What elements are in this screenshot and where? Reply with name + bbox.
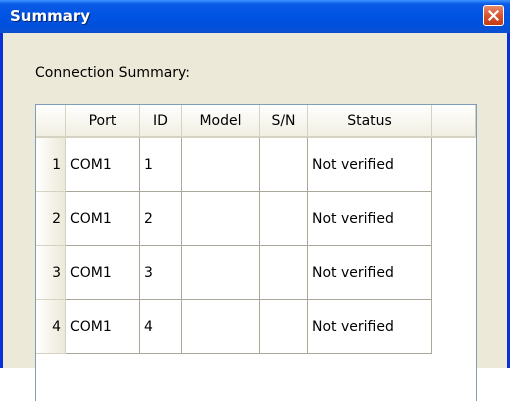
header-filler xyxy=(432,105,476,138)
cell-port[interactable]: COM1 xyxy=(66,138,140,192)
cell-id[interactable]: 2 xyxy=(140,192,182,246)
cell-port[interactable]: COM1 xyxy=(66,192,140,246)
connection-summary-grid[interactable]: Port ID Model S/N Status 1 COM1 1 Not ve… xyxy=(35,104,477,401)
cell-id[interactable]: 1 xyxy=(140,138,182,192)
close-button[interactable] xyxy=(483,5,504,26)
header-corner[interactable] xyxy=(36,105,66,138)
grid-header-row: Port ID Model S/N Status xyxy=(36,105,476,138)
connection-summary-label: Connection Summary: xyxy=(35,65,191,81)
summary-window: Summary Connection Summary: Port ID Mode… xyxy=(0,0,510,401)
cell-model[interactable] xyxy=(182,138,260,192)
cell-sn[interactable] xyxy=(260,192,308,246)
cell-id[interactable]: 4 xyxy=(140,300,182,354)
row-header-3[interactable]: 3 xyxy=(36,246,66,300)
cell-status[interactable]: Not verified xyxy=(308,138,432,192)
header-id[interactable]: ID xyxy=(140,105,182,138)
cell-sn[interactable] xyxy=(260,300,308,354)
cell-sn[interactable] xyxy=(260,138,308,192)
header-sn[interactable]: S/N xyxy=(260,105,308,138)
title-bar[interactable]: Summary xyxy=(0,0,510,33)
header-status[interactable]: Status xyxy=(308,105,432,138)
header-port[interactable]: Port xyxy=(66,105,140,138)
cell-status[interactable]: Not verified xyxy=(308,300,432,354)
row-header-4[interactable]: 4 xyxy=(36,300,66,354)
row-header-1[interactable]: 1 xyxy=(36,138,66,192)
cell-port[interactable]: COM1 xyxy=(66,300,140,354)
cell-port[interactable]: COM1 xyxy=(66,246,140,300)
cell-model[interactable] xyxy=(182,192,260,246)
cell-status[interactable]: Not verified xyxy=(308,192,432,246)
row-header-2[interactable]: 2 xyxy=(36,192,66,246)
cell-sn[interactable] xyxy=(260,246,308,300)
dialog-content: Connection Summary: Port ID Model S/N St… xyxy=(3,33,507,401)
cell-model[interactable] xyxy=(182,246,260,300)
window-title: Summary xyxy=(10,7,91,25)
cell-id[interactable]: 3 xyxy=(140,246,182,300)
cell-model[interactable] xyxy=(182,300,260,354)
close-icon xyxy=(488,10,499,21)
cell-status[interactable]: Not verified xyxy=(308,246,432,300)
header-model[interactable]: Model xyxy=(182,105,260,138)
